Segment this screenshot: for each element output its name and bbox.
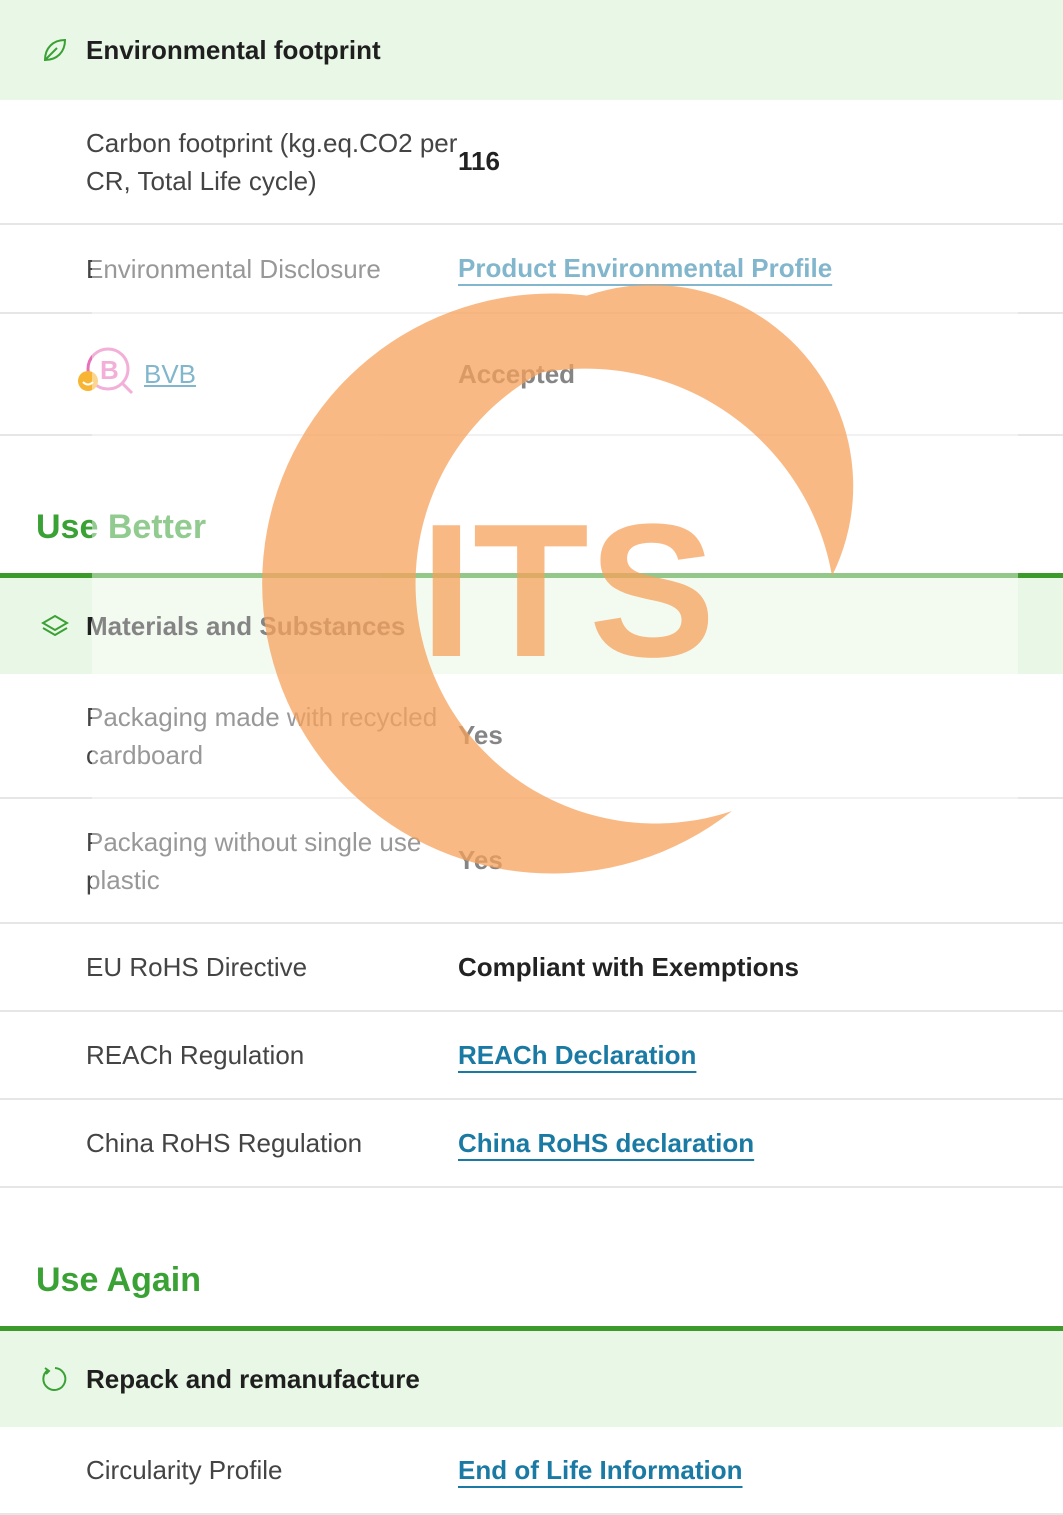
table-row: Environmental Disclosure Product Environ… xyxy=(0,225,1063,314)
row-value: Yes xyxy=(458,720,503,750)
table-row: Circularity Profile End of Life Informat… xyxy=(0,1427,1063,1515)
end-of-life-information-link[interactable]: End of Life Information xyxy=(458,1455,743,1486)
row-value: Yes xyxy=(458,845,503,875)
use-better-title-wrap: Use Better xyxy=(0,436,1063,573)
use-again-title: Use Again xyxy=(36,1261,202,1299)
row-label: Packaging without single use plastic xyxy=(86,826,422,895)
table-row: REACh Regulation REACh Declaration xyxy=(0,1012,1063,1100)
table-row: Carbon footprint (kg.eq.CO2 per CR, Tota… xyxy=(0,100,1063,225)
environmental-footprint-title: Environmental footprint xyxy=(86,34,381,65)
repack-remanufacture-header: Repack and remanufacture xyxy=(0,1331,1063,1427)
materials-substances-header: Materials and Substances xyxy=(0,578,1063,674)
table-row: Packaging made with recycled cardboard Y… xyxy=(0,674,1063,799)
layers-icon xyxy=(38,609,72,643)
row-label: Circularity Profile xyxy=(86,1455,283,1485)
table-row: Packaging without single use plastic Yes xyxy=(0,799,1063,924)
use-again-title-wrap: Use Again xyxy=(0,1188,1063,1326)
row-label: China RoHS Regulation xyxy=(86,1128,363,1158)
row-value: 116 xyxy=(458,146,500,176)
row-label: Carbon footprint (kg.eq.CO2 per CR, Tota… xyxy=(86,127,458,196)
row-label: B BVB xyxy=(0,341,458,407)
row-value: Compliant with Exemptions xyxy=(458,951,799,982)
leaf-icon xyxy=(38,33,72,67)
row-label: REACh Regulation xyxy=(86,1040,305,1070)
product-environmental-profile-link[interactable]: Product Environmental Profile xyxy=(458,253,832,284)
repack-remanufacture-title: Repack and remanufacture xyxy=(86,1363,420,1394)
use-better-title: Use Better xyxy=(36,508,207,546)
refresh-icon xyxy=(38,1362,72,1396)
row-label: Packaging made with recycled cardboard xyxy=(86,701,438,770)
bvb-logo-icon: B xyxy=(74,341,138,407)
materials-substances-title: Materials and Substances xyxy=(86,610,406,641)
reach-declaration-link[interactable]: REACh Declaration xyxy=(458,1040,696,1071)
row-label: Environmental Disclosure xyxy=(86,253,381,284)
row-label: EU RoHS Directive xyxy=(86,952,308,982)
table-row: China RoHS Regulation China RoHS declara… xyxy=(0,1100,1063,1188)
china-rohs-declaration-link[interactable]: China RoHS declaration xyxy=(458,1128,754,1159)
environmental-footprint-header: Environmental footprint xyxy=(0,0,1063,100)
table-row: B BVB Accepted xyxy=(0,314,1063,436)
svg-text:B: B xyxy=(100,355,119,385)
table-row: EU RoHS Directive Compliant with Exempti… xyxy=(0,924,1063,1012)
row-value: Accepted xyxy=(458,358,576,389)
bvb-link[interactable]: BVB xyxy=(144,355,196,393)
